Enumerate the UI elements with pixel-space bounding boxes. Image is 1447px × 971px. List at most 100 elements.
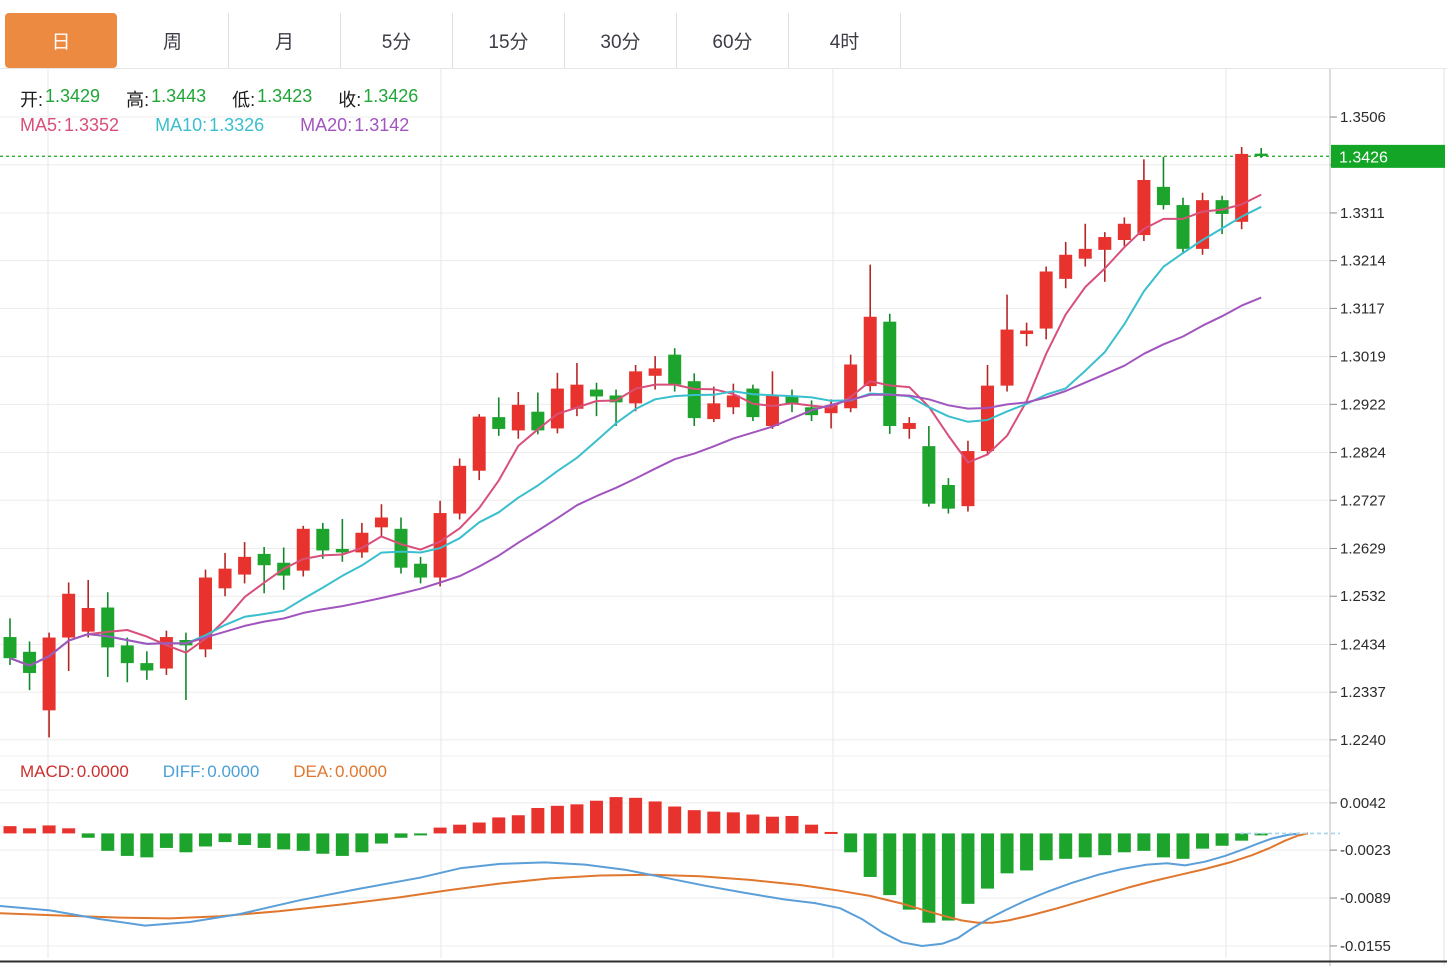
candle-body xyxy=(4,637,17,658)
macd-bar xyxy=(336,833,349,856)
macd-bar xyxy=(1001,833,1014,873)
candle-body xyxy=(707,403,720,419)
candle-body xyxy=(1157,187,1170,205)
candle-body xyxy=(121,645,134,663)
macd-bar xyxy=(297,833,310,850)
macd-bar xyxy=(82,833,95,837)
macd-bar xyxy=(43,825,56,833)
macd-bar xyxy=(1157,833,1170,857)
macd-bar xyxy=(277,833,290,849)
timeframe-tabbar: 日 周 月 5分 15分 30分 60分 4时 xyxy=(5,13,901,68)
macd-bar xyxy=(1098,833,1111,855)
tab-30min[interactable]: 30分 xyxy=(565,13,677,68)
macd-bar xyxy=(786,816,799,833)
macd-histogram xyxy=(4,797,1268,923)
ma20-label: MA20: xyxy=(300,115,352,136)
candle-body xyxy=(531,412,544,431)
ma5-label: MA5: xyxy=(20,115,62,136)
ma-line-ma5 xyxy=(10,195,1261,666)
candle-body xyxy=(453,466,466,514)
macd-bar xyxy=(1216,833,1229,845)
price-tick-label: 1.2629 xyxy=(1340,540,1386,557)
price-axis: 1.35061.33111.32141.31171.30191.29221.28… xyxy=(1330,109,1386,749)
macd-bar xyxy=(238,833,251,845)
macd-value: 0.0000 xyxy=(77,762,129,782)
candle-body xyxy=(1235,154,1248,222)
macd-bar xyxy=(883,833,896,895)
macd-bar xyxy=(453,825,466,834)
candle-body xyxy=(903,423,916,429)
price-tick-label: 1.3019 xyxy=(1340,349,1386,366)
candlestick-chart[interactable]: 1.35061.33111.32141.31171.30191.29221.28… xyxy=(0,0,1447,971)
close-label: 收: xyxy=(338,86,361,112)
ma20-value: 1.3142 xyxy=(354,115,409,136)
macd-bar xyxy=(825,832,838,834)
candle-body xyxy=(942,485,955,509)
macd-bar xyxy=(610,797,623,833)
macd-bar xyxy=(668,807,681,834)
macd-bar xyxy=(414,833,427,835)
tab-month[interactable]: 月 xyxy=(229,13,341,68)
macd-bar xyxy=(160,833,173,848)
macd-bar xyxy=(1196,833,1209,848)
macd-bar xyxy=(1177,833,1190,858)
candle-body xyxy=(668,355,681,385)
ma-line-ma20 xyxy=(10,298,1261,666)
candle-body xyxy=(590,390,603,397)
candle-body xyxy=(219,569,232,589)
candle-body xyxy=(766,396,779,426)
candles xyxy=(4,147,1268,737)
macd-bar xyxy=(4,826,17,833)
macd-bar xyxy=(688,810,701,833)
macd-tick-label: 0.0042 xyxy=(1340,795,1386,812)
candle-body xyxy=(864,317,877,386)
kline-app: 日 周 月 5分 15分 30分 60分 4时 开:1.3429 高:1.344… xyxy=(0,0,1447,971)
tab-60min[interactable]: 60分 xyxy=(677,13,789,68)
candle-body xyxy=(258,554,271,565)
ma-line-ma10 xyxy=(10,207,1261,666)
candle-body xyxy=(1079,249,1092,259)
macd-bar xyxy=(903,833,916,909)
tab-15min[interactable]: 15分 xyxy=(453,13,565,68)
macd-bar xyxy=(492,817,505,833)
macd-bar xyxy=(258,833,271,848)
low-value: 1.3423 xyxy=(257,86,312,112)
macd-bar xyxy=(590,801,603,834)
macd-bar xyxy=(1235,833,1248,840)
macd-bar xyxy=(531,808,544,833)
macd-tick-label: -0.0023 xyxy=(1340,842,1391,859)
dea-value: 0.0000 xyxy=(335,762,387,782)
candle-body xyxy=(82,608,95,632)
candle-body xyxy=(43,638,56,711)
ohlc-legend: 开:1.3429 高:1.3443 低:1.3423 收:1.3426 xyxy=(20,86,418,112)
candle-body xyxy=(297,529,310,571)
macd-bar xyxy=(395,833,408,837)
candle-body xyxy=(1098,237,1111,250)
candle-body xyxy=(1216,200,1229,214)
candle-body xyxy=(1020,331,1033,334)
tab-week[interactable]: 周 xyxy=(117,13,229,68)
candle-body xyxy=(62,594,75,638)
macd-bar xyxy=(629,798,642,834)
high-value: 1.3443 xyxy=(151,86,206,112)
macd-bar xyxy=(864,833,877,877)
tab-4hour[interactable]: 4时 xyxy=(789,13,901,68)
candle-body xyxy=(922,446,935,504)
macd-bar xyxy=(179,833,192,852)
macd-bar xyxy=(746,815,759,834)
macd-bar xyxy=(727,812,740,833)
macd-bar xyxy=(121,833,134,856)
macd-bar xyxy=(805,825,818,834)
ma10-value: 1.3326 xyxy=(209,115,264,136)
macd-bar xyxy=(199,833,212,846)
open-value: 1.3429 xyxy=(45,86,100,112)
tab-5min[interactable]: 5分 xyxy=(341,13,453,68)
macd-legend: MACD: 0.0000 DIFF: 0.0000 DEA: 0.0000 xyxy=(20,762,387,782)
price-tick-label: 1.2824 xyxy=(1340,445,1386,462)
macd-bar xyxy=(355,833,368,852)
candle-body xyxy=(414,564,427,578)
tab-day[interactable]: 日 xyxy=(5,13,117,68)
candle-body xyxy=(1196,200,1209,249)
price-tick-label: 1.2727 xyxy=(1340,492,1386,509)
macd-bar xyxy=(1118,833,1131,852)
